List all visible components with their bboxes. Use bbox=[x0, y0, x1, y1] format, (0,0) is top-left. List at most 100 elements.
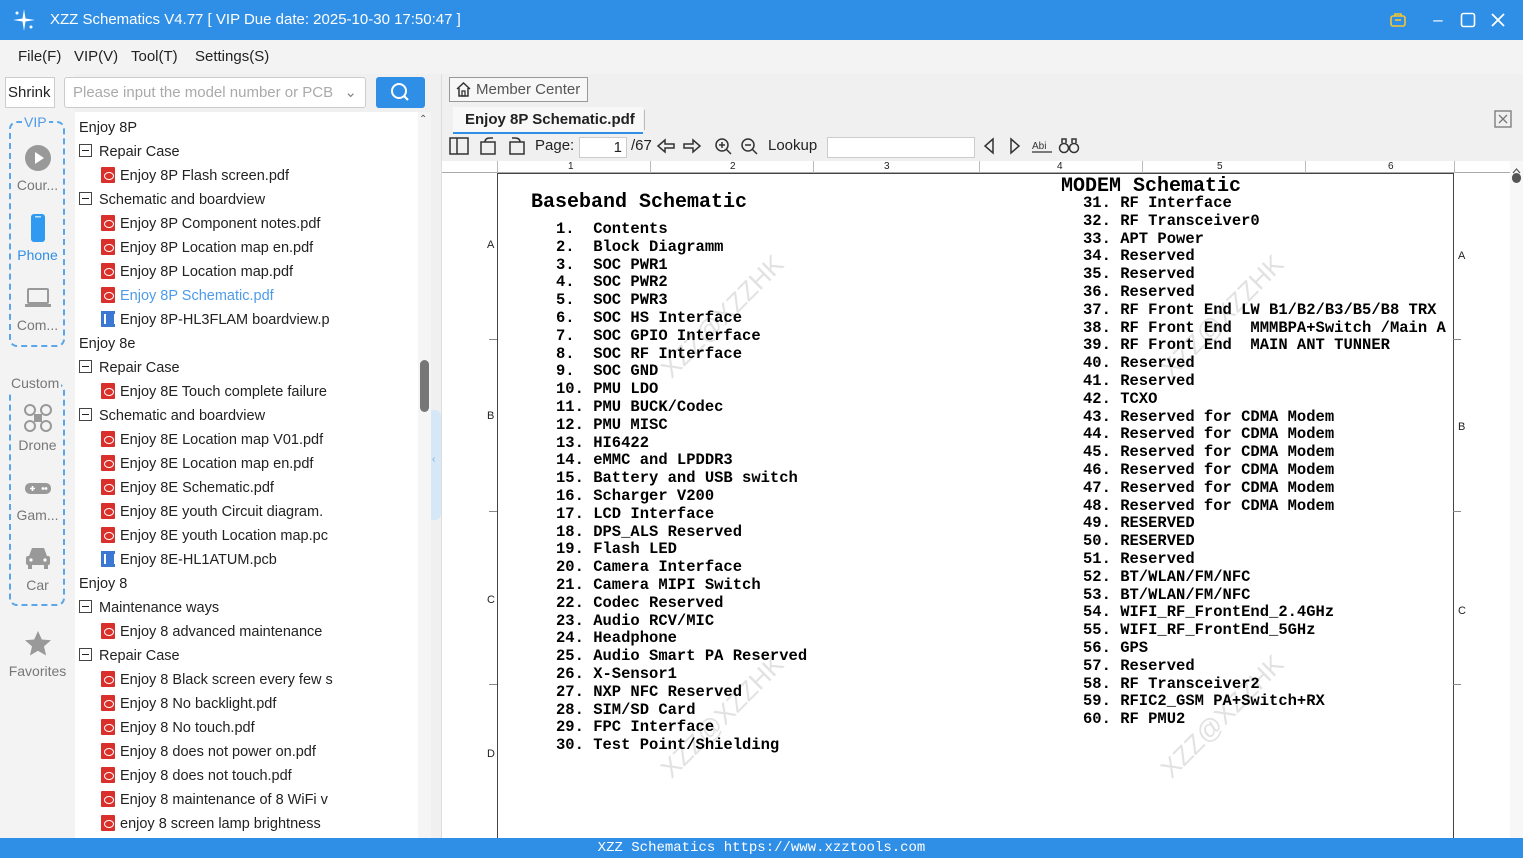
pdf-viewer[interactable]: 1 2 3 4 5 6 A B C D A B C XZZ@XZZHK XZZ@… bbox=[442, 161, 1510, 838]
rotate-right-icon[interactable] bbox=[506, 137, 526, 159]
collapse-toggle-icon[interactable] bbox=[79, 192, 92, 205]
tree-folder[interactable]: Repair Case bbox=[79, 644, 407, 668]
menu-tool[interactable]: Tool(T) bbox=[131, 48, 178, 65]
maximize-icon[interactable] bbox=[1456, 8, 1480, 32]
minimize-icon[interactable]: – bbox=[1426, 8, 1450, 32]
collapse-toggle-icon[interactable] bbox=[79, 360, 92, 373]
zoom-out-icon[interactable] bbox=[740, 137, 760, 159]
tree-file[interactable]: Enjoy 8P-HL3FLAM boardview.p bbox=[101, 308, 407, 332]
menu-file[interactable]: File(F) bbox=[18, 48, 61, 65]
boardview-file-icon bbox=[101, 311, 116, 327]
vip-group-title: VIP bbox=[22, 114, 49, 130]
tree-folder[interactable]: Repair Case bbox=[79, 356, 407, 380]
tree-file[interactable]: Enjoy 8E youth Circuit diagram. bbox=[101, 500, 407, 524]
rotate-left-icon[interactable] bbox=[479, 137, 499, 159]
sidebar-item-courses[interactable]: Cour... bbox=[0, 143, 75, 193]
sidebar-item-phone[interactable]: Phone bbox=[0, 213, 75, 263]
tree-file[interactable]: Enjoy 8 does not power on.pdf bbox=[101, 740, 407, 764]
baseband-item: 12. PMU MISC bbox=[556, 415, 668, 434]
collapse-toggle-icon[interactable] bbox=[79, 144, 92, 157]
collapse-toggle-icon[interactable] bbox=[79, 408, 92, 421]
close-icon[interactable] bbox=[1486, 8, 1510, 32]
row-marker: A bbox=[1458, 250, 1466, 262]
vip-bag-icon[interactable] bbox=[1386, 8, 1410, 32]
find-previous-icon[interactable] bbox=[982, 137, 996, 159]
find-all-icon[interactable] bbox=[1058, 137, 1080, 159]
tree-file[interactable]: Enjoy 8E youth Location map.pc bbox=[101, 524, 407, 548]
tree-file[interactable]: Enjoy 8P Component notes.pdf bbox=[101, 212, 407, 236]
viewer-scroll-thumb[interactable] bbox=[1512, 173, 1521, 183]
collapse-toggle-icon[interactable] bbox=[79, 648, 92, 661]
tree-folder[interactable]: Enjoy 8P bbox=[75, 116, 407, 140]
tree-scroll-thumb[interactable] bbox=[420, 360, 429, 412]
tree-file[interactable]: Enjoy 8E Location map en.pdf bbox=[101, 452, 407, 476]
tree-label: Enjoy 8 No backlight.pdf bbox=[120, 696, 277, 712]
tree-file[interactable]: Enjoy 8E-HL1ATUM.pcb bbox=[101, 548, 407, 572]
tree-file[interactable]: Enjoy 8 No backlight.pdf bbox=[101, 692, 407, 716]
tree-folder[interactable]: Schematic and boardview bbox=[79, 404, 407, 428]
baseband-item: 14. eMMC and LPDDR3 bbox=[556, 451, 733, 470]
tree-file[interactable]: Enjoy 8 advanced maintenance bbox=[101, 620, 407, 644]
search-icon bbox=[391, 83, 409, 101]
scroll-up-icon[interactable]: ⌃ bbox=[419, 114, 427, 125]
sidebar-item-drone[interactable]: Drone bbox=[0, 403, 75, 453]
page-number-input[interactable]: 1 bbox=[579, 137, 627, 158]
tree-folder[interactable]: Repair Case bbox=[79, 140, 407, 164]
tree-file[interactable]: enjoy 8 screen lamp brightness bbox=[101, 812, 407, 836]
modem-item: 55. WIFI_RF_FrontEnd_5GHz bbox=[1083, 621, 1316, 640]
tree-file[interactable]: Enjoy 8P Location map.pdf bbox=[101, 260, 407, 284]
member-center-button[interactable]: Member Center bbox=[449, 77, 588, 102]
match-case-icon[interactable]: Abi bbox=[1031, 137, 1053, 159]
baseband-item: 23. Audio RCV/MIC bbox=[556, 611, 715, 630]
collapse-toggle-icon[interactable] bbox=[79, 600, 92, 613]
laptop-icon bbox=[24, 288, 51, 307]
tree-folder[interactable]: Schematic and boardview bbox=[79, 188, 407, 212]
search-button[interactable] bbox=[376, 77, 425, 108]
menu-vip[interactable]: VIP(V) bbox=[74, 48, 118, 65]
tab-enjoy-8p-schematic[interactable]: Enjoy 8P Schematic.pdf bbox=[453, 107, 643, 134]
sidebar-item-computer[interactable]: Com... bbox=[0, 283, 75, 333]
sidebar-item-label: Com... bbox=[16, 317, 59, 333]
pdf-file-icon bbox=[101, 263, 115, 279]
tree-file[interactable]: Enjoy 8 Black screen every few s bbox=[101, 668, 407, 692]
tree-folder[interactable]: Maintenance ways bbox=[79, 596, 407, 620]
zoom-in-icon[interactable] bbox=[714, 137, 734, 159]
tree-folder[interactable]: Enjoy 8e bbox=[75, 332, 407, 356]
chevron-down-icon[interactable]: ⌄ bbox=[344, 78, 357, 107]
modem-item: 54. WIFI_RF_FrontEnd_2.4GHz bbox=[1083, 603, 1335, 622]
previous-page-icon[interactable] bbox=[656, 137, 676, 159]
pdf-file-icon bbox=[101, 791, 115, 807]
close-tab-icon[interactable] bbox=[1494, 110, 1512, 131]
sidebar-item-car[interactable]: Car bbox=[0, 543, 75, 593]
find-next-icon[interactable] bbox=[1008, 137, 1022, 159]
tree-file[interactable]: Enjoy 8E Touch complete failure bbox=[101, 380, 407, 404]
pdf-file-icon bbox=[101, 503, 115, 519]
tree-file[interactable]: Enjoy 8P Location map en.pdf bbox=[101, 236, 407, 260]
lookup-input[interactable] bbox=[827, 137, 975, 158]
modem-item: 32. RF Transceiver0 bbox=[1083, 211, 1260, 230]
tree-folder[interactable]: Enjoy 8 bbox=[75, 572, 407, 596]
tree-file[interactable]: Enjoy 8P Flash screen.pdf bbox=[101, 164, 407, 188]
tree-scrollbar[interactable] bbox=[418, 112, 431, 838]
baseband-item: 11. PMU BUCK/Codec bbox=[556, 398, 724, 416]
model-search-input[interactable]: Please input the model number or PCB ⌄ bbox=[64, 77, 366, 108]
next-page-icon[interactable] bbox=[682, 137, 702, 159]
baseband-item: 2. Block Diagramm bbox=[556, 237, 724, 256]
tree-file[interactable]: Enjoy 8 maintenance of 8 WiFi v bbox=[101, 788, 407, 812]
window-title: XZZ Schematics V4.77 [ VIP Due date: 202… bbox=[50, 11, 461, 28]
sidebar-item-games[interactable]: Gam... bbox=[0, 473, 75, 523]
menu-settings[interactable]: Settings(S) bbox=[195, 48, 269, 65]
sidebar-item-favorites[interactable]: Favorites bbox=[0, 629, 75, 679]
tree-file[interactable]: Enjoy 8E Location map V01.pdf bbox=[101, 428, 407, 452]
sidebar-toggle-icon[interactable] bbox=[449, 137, 469, 159]
collapse-panel-handle[interactable]: ‹ bbox=[431, 410, 441, 520]
tree-file[interactable]: Enjoy 8 No touch.pdf bbox=[101, 716, 407, 740]
sidebar-item-label: Cour... bbox=[16, 177, 59, 193]
tree-file[interactable]: Enjoy 8 does not touch.pdf bbox=[101, 764, 407, 788]
row-marker: B bbox=[1458, 421, 1466, 433]
tree-file[interactable]: Enjoy 8E Schematic.pdf bbox=[101, 476, 407, 500]
tree-file[interactable]: Enjoy 8P Schematic.pdf bbox=[101, 284, 407, 308]
baseband-item: 7. SOC GPIO Interface bbox=[556, 326, 761, 345]
viewer-scrollbar[interactable] bbox=[1510, 161, 1523, 838]
shrink-button[interactable]: Shrink bbox=[5, 77, 55, 108]
